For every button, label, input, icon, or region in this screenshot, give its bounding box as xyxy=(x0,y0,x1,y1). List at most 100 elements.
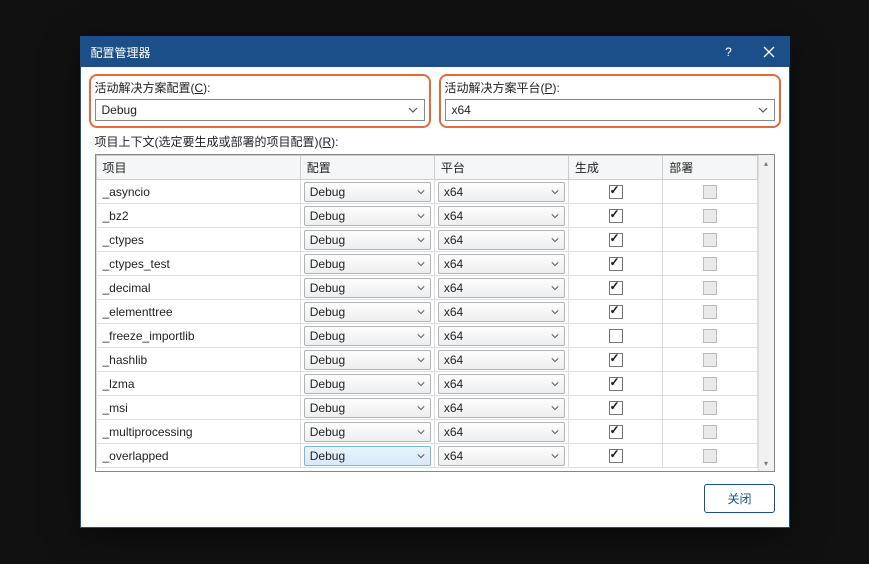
chevron-down-icon xyxy=(758,105,768,115)
vertical-scrollbar[interactable]: ▴ ▾ xyxy=(758,155,774,471)
config-select[interactable]: Debug xyxy=(304,350,431,370)
platform-select[interactable]: x64 xyxy=(438,206,565,226)
chevron-down-icon xyxy=(551,452,559,460)
platform-select[interactable]: x64 xyxy=(438,182,565,202)
deploy-checkbox xyxy=(703,305,717,319)
cell-project[interactable]: _elementtree xyxy=(96,300,300,324)
build-checkbox[interactable] xyxy=(609,353,623,367)
table-row: _ctypesDebug x64 xyxy=(96,228,757,252)
active-config-select[interactable]: Debug xyxy=(95,99,425,121)
cell-project[interactable]: _ctypes_test xyxy=(96,252,300,276)
active-platform-field: 活动解决方案平台(P): x64 xyxy=(445,79,775,123)
cell-deploy xyxy=(663,372,757,396)
scroll-down-arrow[interactable]: ▾ xyxy=(759,455,774,471)
config-select[interactable]: Debug xyxy=(304,302,431,322)
cell-config: Debug xyxy=(300,228,434,252)
cell-project[interactable]: _hashlib xyxy=(96,348,300,372)
build-checkbox[interactable] xyxy=(609,185,623,199)
build-checkbox[interactable] xyxy=(609,233,623,247)
platform-select[interactable]: x64 xyxy=(438,422,565,442)
chevron-down-icon xyxy=(551,260,559,268)
col-header-build[interactable]: 生成 xyxy=(568,156,662,180)
cell-project[interactable]: _decimal xyxy=(96,276,300,300)
platform-select[interactable]: x64 xyxy=(438,374,565,394)
build-checkbox[interactable] xyxy=(609,305,623,319)
platform-select[interactable]: x64 xyxy=(438,350,565,370)
cell-project[interactable]: _freeze_importlib xyxy=(96,324,300,348)
cell-config: Debug xyxy=(300,276,434,300)
config-select[interactable]: Debug xyxy=(304,230,431,250)
build-checkbox[interactable] xyxy=(609,449,623,463)
active-config-field: 活动解决方案配置(C): Debug xyxy=(95,79,425,123)
cell-build xyxy=(568,420,662,444)
table-row: _bz2Debug x64 xyxy=(96,204,757,228)
cell-platform: x64 xyxy=(434,228,568,252)
cell-build xyxy=(568,180,662,204)
cell-project[interactable]: _ctypes xyxy=(96,228,300,252)
deploy-checkbox xyxy=(703,233,717,247)
build-checkbox[interactable] xyxy=(609,329,623,343)
project-table: 项目 配置 平台 生成 部署 _asyncioDebugx64_bz2Debug… xyxy=(96,155,758,468)
col-header-project[interactable]: 项目 xyxy=(96,156,300,180)
config-select[interactable]: Debug xyxy=(304,374,431,394)
active-config-row: 活动解决方案配置(C): Debug 活动解决方案平台(P): xyxy=(95,79,775,123)
config-manager-window: 配置管理器 ? 活动解决方案配置(C): Debug xyxy=(80,36,790,528)
cell-deploy xyxy=(663,180,757,204)
cell-project[interactable]: _lzma xyxy=(96,372,300,396)
build-checkbox[interactable] xyxy=(609,209,623,223)
build-checkbox[interactable] xyxy=(609,401,623,415)
platform-select[interactable]: x64 xyxy=(438,254,565,274)
deploy-checkbox xyxy=(703,281,717,295)
active-platform-select[interactable]: x64 xyxy=(445,99,775,121)
cell-project[interactable]: _bz2 xyxy=(96,204,300,228)
cell-project[interactable]: _msi xyxy=(96,396,300,420)
cell-project[interactable]: _asyncio xyxy=(96,180,300,204)
build-checkbox[interactable] xyxy=(609,281,623,295)
cell-platform: x64 xyxy=(434,252,568,276)
table-row: _decimalDebug x64 xyxy=(96,276,757,300)
scrollbar-track[interactable] xyxy=(759,171,774,455)
config-select[interactable]: Debug xyxy=(304,254,431,274)
build-checkbox[interactable] xyxy=(609,425,623,439)
project-table-container: 项目 配置 平台 生成 部署 _asyncioDebugx64_bz2Debug… xyxy=(95,154,775,472)
config-select[interactable]: Debug xyxy=(304,398,431,418)
build-checkbox[interactable] xyxy=(609,257,623,271)
table-header-row: 项目 配置 平台 生成 部署 xyxy=(96,156,757,180)
config-select[interactable]: Debug xyxy=(304,326,431,346)
active-config-label: 活动解决方案配置(C): xyxy=(95,81,211,95)
platform-select[interactable]: x64 xyxy=(438,398,565,418)
config-select[interactable]: Debug xyxy=(304,278,431,298)
chevron-down-icon xyxy=(417,380,425,388)
cell-deploy xyxy=(663,324,757,348)
cell-deploy xyxy=(663,348,757,372)
table-row: _multiprocessingDebug x64 xyxy=(96,420,757,444)
cell-project[interactable]: _multiprocessing xyxy=(96,420,300,444)
build-checkbox[interactable] xyxy=(609,377,623,391)
platform-select[interactable]: x64 xyxy=(438,230,565,250)
platform-select[interactable]: x64 xyxy=(438,446,565,466)
platform-select[interactable]: x64 xyxy=(438,326,565,346)
cell-build xyxy=(568,324,662,348)
platform-select[interactable]: x64 xyxy=(438,302,565,322)
cell-platform: x64 xyxy=(434,276,568,300)
col-header-config[interactable]: 配置 xyxy=(300,156,434,180)
chevron-down-icon xyxy=(551,356,559,364)
col-header-platform[interactable]: 平台 xyxy=(434,156,568,180)
help-button[interactable]: ? xyxy=(709,37,749,67)
config-select[interactable]: Debug xyxy=(304,182,431,202)
config-select[interactable]: Debug xyxy=(304,422,431,442)
config-select[interactable]: Debug xyxy=(304,446,431,466)
window-close-button[interactable] xyxy=(749,37,789,67)
platform-select[interactable]: x64 xyxy=(438,278,565,298)
cell-project[interactable]: _overlapped xyxy=(96,444,300,468)
col-header-deploy[interactable]: 部署 xyxy=(663,156,757,180)
chevron-down-icon xyxy=(417,308,425,316)
close-button[interactable]: 关闭 xyxy=(704,484,774,513)
cell-deploy xyxy=(663,444,757,468)
config-select[interactable]: Debug xyxy=(304,206,431,226)
scroll-up-arrow[interactable]: ▴ xyxy=(759,155,774,171)
chevron-down-icon xyxy=(551,236,559,244)
table-row: _overlappedDebug x64 xyxy=(96,444,757,468)
chevron-down-icon xyxy=(417,188,425,196)
cell-deploy xyxy=(663,252,757,276)
